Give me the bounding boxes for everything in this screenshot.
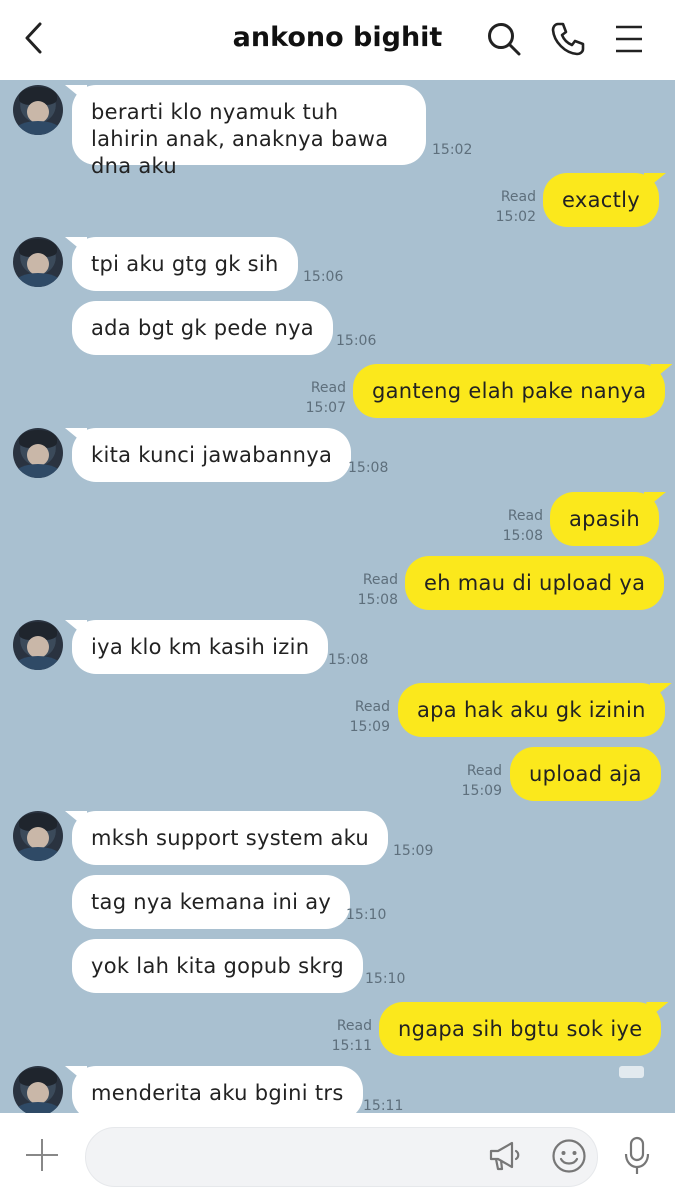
megaphone-icon xyxy=(489,1141,520,1171)
call-button[interactable] xyxy=(548,18,588,60)
message-time: 15:09 xyxy=(461,783,502,799)
menu-button[interactable] xyxy=(609,18,649,60)
scroll-down-indicator[interactable] xyxy=(619,1066,644,1078)
message-time: 15:07 xyxy=(305,400,346,416)
message-time: 15:08 xyxy=(357,592,398,608)
outgoing-message[interactable]: ganteng elah pake nanya xyxy=(353,364,666,418)
outgoing-message[interactable]: apasih xyxy=(550,492,659,546)
read-status: Read xyxy=(336,1018,372,1034)
plus-icon xyxy=(26,1139,58,1171)
incoming-message[interactable]: tpi aku gtg gk sih xyxy=(72,237,298,291)
message-meta: Read 15:09 xyxy=(446,761,502,801)
search-button[interactable] xyxy=(484,18,524,60)
outgoing-message[interactable]: ngapa sih bgtu sok iye xyxy=(379,1002,662,1056)
read-status: Read xyxy=(362,572,398,588)
search-icon xyxy=(488,23,521,56)
incoming-message[interactable]: iya klo km kasih izin xyxy=(72,620,329,674)
message-time: 15:08 xyxy=(348,460,389,476)
incoming-message[interactable]: mksh support system aku xyxy=(72,811,389,865)
voice-button[interactable] xyxy=(616,1135,658,1177)
message-time: 15:11 xyxy=(363,1098,404,1113)
read-status: Read xyxy=(500,189,536,205)
attach-button[interactable] xyxy=(22,1135,62,1175)
incoming-message[interactable]: berarti klo nyamuk tuh lahirin anak, ana… xyxy=(72,85,426,178)
contact-avatar[interactable] xyxy=(13,811,63,861)
outgoing-message[interactable]: upload aja xyxy=(510,747,661,801)
menu-icon xyxy=(616,25,642,53)
message-time: 15:11 xyxy=(331,1038,372,1054)
read-status: Read xyxy=(354,699,390,715)
read-status: Read xyxy=(310,380,346,396)
incoming-message[interactable]: kita kunci jawabannya xyxy=(72,428,352,482)
contact-avatar[interactable] xyxy=(13,1066,63,1113)
chat-header: ankono bighit xyxy=(0,0,675,80)
outgoing-message[interactable]: exactly xyxy=(543,173,659,227)
emoji-button[interactable] xyxy=(548,1135,590,1177)
contact-avatar[interactable] xyxy=(13,237,63,287)
contact-avatar[interactable] xyxy=(13,428,63,478)
message-meta: Read 15:09 xyxy=(334,697,390,737)
message-meta: Read 15:07 xyxy=(290,378,346,418)
incoming-message[interactable]: yok lah kita gopub skrg xyxy=(72,939,363,993)
emoji-icon xyxy=(552,1139,586,1173)
message-time: 15:06 xyxy=(336,333,377,349)
phone-icon xyxy=(551,22,585,56)
read-status: Read xyxy=(507,508,543,524)
incoming-message[interactable]: menderita aku bgini trs xyxy=(72,1066,363,1113)
incoming-message[interactable]: ada bgt gk pede nya xyxy=(72,301,333,355)
message-time: 15:09 xyxy=(393,843,434,859)
contact-avatar[interactable] xyxy=(13,620,63,670)
message-list[interactable]: berarti klo nyamuk tuh lahirin anak, ana… xyxy=(0,80,675,1113)
message-meta: Read 15:11 xyxy=(316,1016,372,1056)
message-meta: Read 15:08 xyxy=(487,506,543,546)
message-time: 15:08 xyxy=(502,528,543,544)
message-time: 15:10 xyxy=(346,907,387,923)
incoming-message[interactable]: tag nya kemana ini ay xyxy=(72,875,351,929)
message-time: 15:02 xyxy=(495,209,536,225)
outgoing-message[interactable]: eh mau di upload ya xyxy=(405,556,665,610)
message-time: 15:06 xyxy=(303,269,344,285)
composer-bar xyxy=(0,1113,675,1200)
message-time: 15:02 xyxy=(432,142,473,158)
contact-avatar[interactable] xyxy=(13,85,63,135)
message-meta: Read 15:08 xyxy=(342,570,398,610)
announce-button[interactable] xyxy=(484,1135,526,1177)
outgoing-message[interactable]: apa hak aku gk izinin xyxy=(398,683,665,737)
read-status: Read xyxy=(466,763,502,779)
message-time: 15:09 xyxy=(349,719,390,735)
message-meta: Read 15:02 xyxy=(480,187,536,227)
message-time: 15:08 xyxy=(328,652,369,668)
microphone-icon xyxy=(624,1136,650,1174)
message-time: 15:10 xyxy=(365,971,406,987)
